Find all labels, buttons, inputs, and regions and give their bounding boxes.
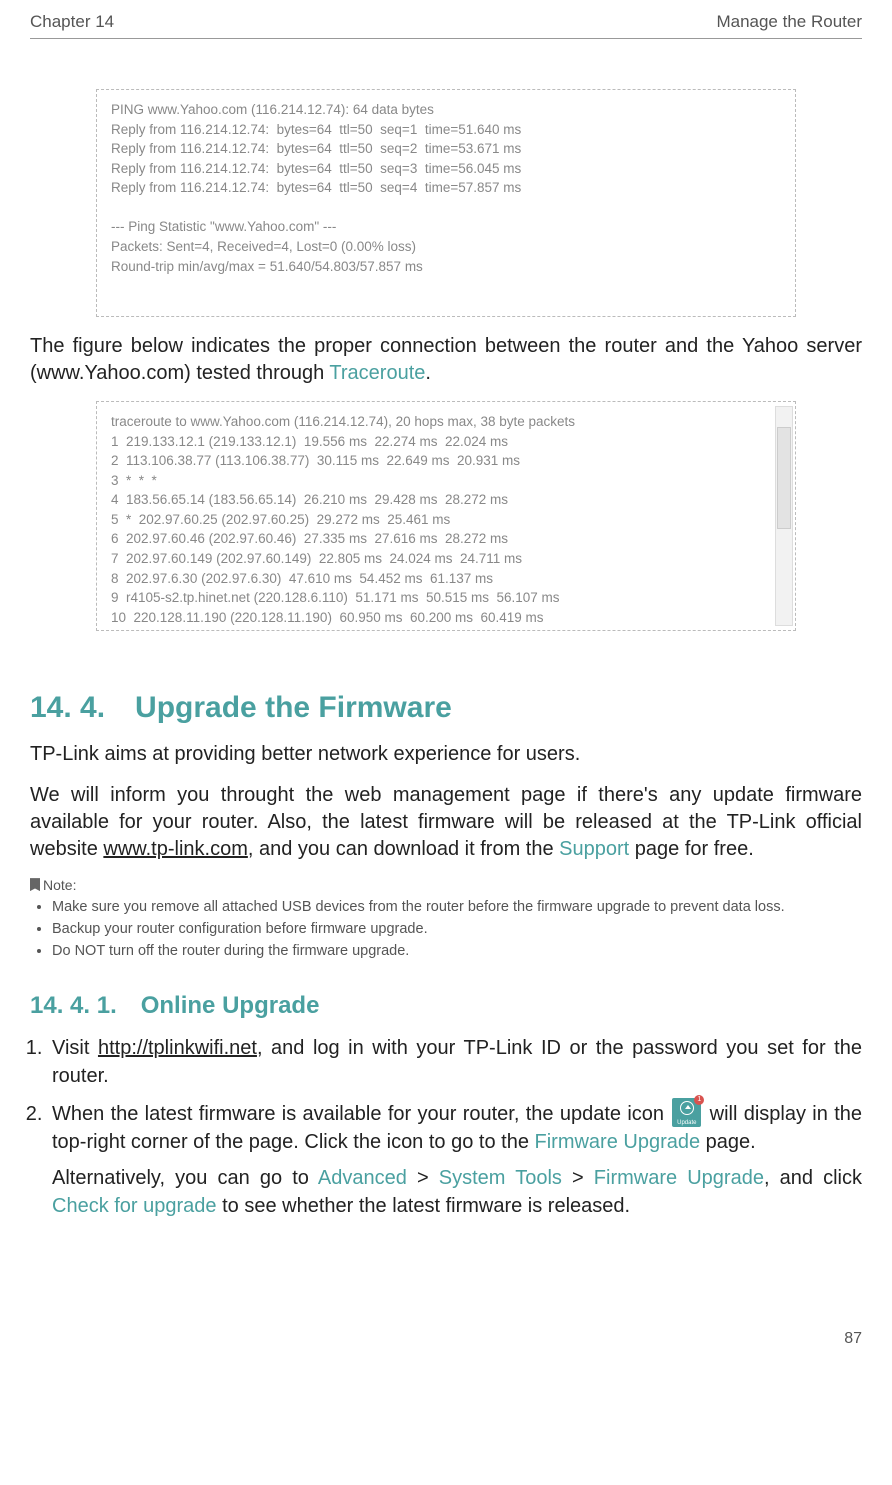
scrollbar[interactable] (775, 406, 793, 626)
scrollbar-thumb[interactable] (777, 427, 791, 529)
tplinkwifi-link[interactable]: http://tplinkwifi.net (98, 1037, 257, 1059)
note-item: Make sure you remove all attached USB de… (52, 897, 862, 919)
ping-output-box: PING www.Yahoo.com (116.214.12.74): 64 d… (96, 89, 796, 317)
note-item: Do NOT turn off the router during the fi… (52, 941, 862, 963)
header-chapter: Chapter 14 (30, 12, 114, 32)
intro-paragraph-2: We will inform you throught the web mana… (30, 782, 862, 863)
subsection-heading: 14. 4. 1. Online Upgrade (30, 992, 862, 1020)
firmware-upgrade-term-2: Firmware Upgrade (594, 1167, 764, 1189)
system-tools-term: System Tools (439, 1167, 562, 1189)
support-term: Support (559, 838, 629, 860)
page-number: 87 (30, 1330, 862, 1348)
traceroute-term: Traceroute (329, 362, 425, 384)
firmware-upgrade-term: Firmware Upgrade (535, 1131, 701, 1153)
ping-output: PING www.Yahoo.com (116.214.12.74): 64 d… (111, 100, 781, 276)
step-2: When the latest firmware is available fo… (48, 1098, 862, 1220)
step-1: Visit http://tplinkwifi.net, and log in … (48, 1034, 862, 1090)
tplink-link[interactable]: www.tp-link.com (103, 838, 247, 860)
advanced-term: Advanced (318, 1167, 407, 1189)
intro-paragraph-1: TP-Link aims at providing better network… (30, 741, 862, 768)
traceroute-output-box: traceroute to www.Yahoo.com (116.214.12.… (96, 401, 796, 631)
steps-list: Visit http://tplinkwifi.net, and log in … (30, 1034, 862, 1220)
header-title: Manage the Router (716, 12, 862, 32)
update-icon: Update1 (672, 1098, 701, 1127)
check-for-upgrade-term: Check for upgrade (52, 1195, 217, 1217)
notes-list: Make sure you remove all attached USB de… (30, 897, 862, 962)
page-header: Chapter 14 Manage the Router (30, 12, 862, 39)
traceroute-caption: The figure below indicates the proper co… (30, 333, 862, 387)
note-item: Backup your router configuration before … (52, 919, 862, 941)
section-heading: 14. 4. Upgrade the Firmware (30, 691, 862, 725)
traceroute-output: traceroute to www.Yahoo.com (116.214.12.… (111, 412, 781, 627)
note-label: Note: (30, 877, 862, 893)
